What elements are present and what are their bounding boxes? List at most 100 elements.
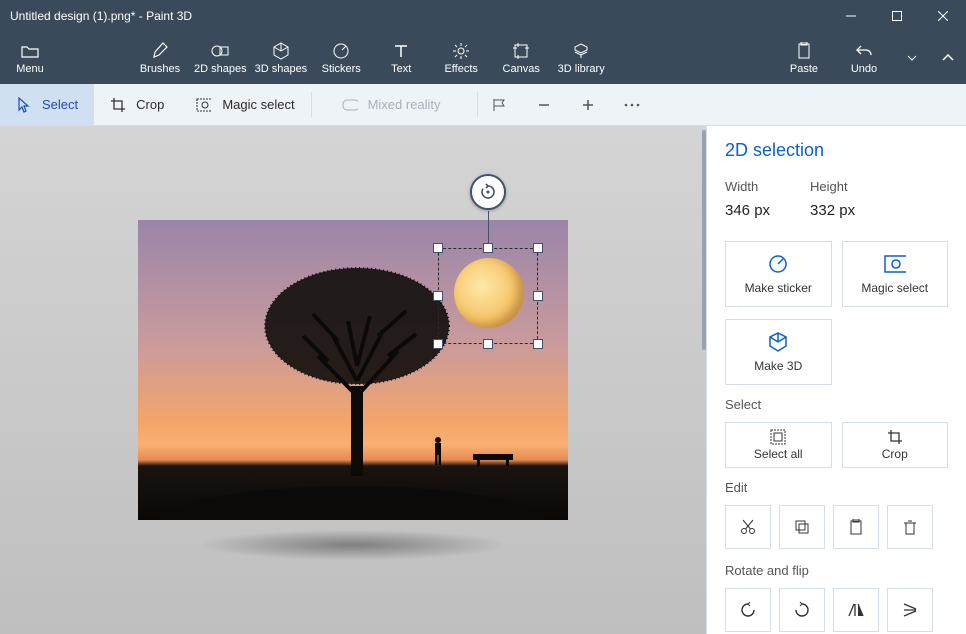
canvas-icon — [512, 42, 530, 60]
effects-icon — [452, 42, 470, 60]
3d-shapes-button[interactable]: 3D shapes — [251, 32, 312, 84]
view-3d-button[interactable] — [478, 84, 522, 125]
make-sticker-label: Make sticker — [745, 281, 812, 295]
rotate-stem — [488, 211, 489, 243]
2d-shapes-label: 2D shapes — [194, 63, 247, 75]
maximize-icon — [892, 11, 902, 21]
magic-select-button[interactable]: Magic select — [842, 241, 949, 307]
crop-card-icon — [887, 429, 903, 445]
ribbon: Menu Brushes 2D shapes 3D shapes Sticker… — [0, 32, 966, 84]
flag-icon — [492, 98, 508, 112]
brushes-label: Brushes — [140, 63, 180, 75]
select-tool[interactable]: Select — [0, 84, 94, 125]
chevron-down-icon — [907, 55, 917, 61]
scene-tree — [258, 266, 458, 476]
paste-edit-button[interactable] — [833, 505, 879, 549]
scene-person — [431, 436, 445, 466]
cut-button[interactable] — [725, 505, 771, 549]
effects-label: Effects — [444, 63, 477, 75]
workspace[interactable] — [0, 126, 706, 634]
effects-button[interactable]: Effects — [431, 32, 491, 84]
zoom-out-button[interactable] — [522, 84, 566, 125]
collapse-ribbon-button[interactable] — [930, 32, 966, 84]
3d-library-label: 3D library — [558, 63, 605, 75]
make-sticker-button[interactable]: Make sticker — [725, 241, 832, 307]
crop-button[interactable]: Crop — [842, 422, 949, 468]
magic-select-icon — [196, 97, 212, 113]
text-button[interactable]: Text — [371, 32, 431, 84]
magic-select-label: Magic select — [222, 97, 294, 112]
2d-shapes-button[interactable]: 2D shapes — [190, 32, 251, 84]
rotate-icon — [479, 183, 497, 201]
select-all-icon — [770, 429, 786, 445]
3d-shapes-label: 3D shapes — [255, 63, 308, 75]
canvas[interactable] — [138, 220, 568, 520]
selection-box[interactable] — [438, 248, 538, 344]
cursor-icon — [16, 97, 32, 113]
delete-icon — [903, 519, 917, 535]
rotate-handle[interactable] — [470, 174, 506, 210]
rotate-left-icon — [739, 601, 757, 619]
shapes-3d-icon — [272, 42, 290, 60]
crop-tool[interactable]: Crop — [94, 84, 180, 125]
more-icon — [624, 103, 640, 107]
paste-edit-icon — [849, 519, 863, 535]
copy-button[interactable] — [779, 505, 825, 549]
resize-handle-tl[interactable] — [433, 243, 443, 253]
height-label: Height — [810, 179, 855, 194]
select-all-button[interactable]: Select all — [725, 422, 832, 468]
stickers-icon — [332, 42, 350, 60]
zoom-in-button[interactable] — [566, 84, 610, 125]
crop-card-label: Crop — [882, 447, 908, 461]
maximize-button[interactable] — [874, 0, 920, 32]
history-dropdown[interactable] — [894, 32, 930, 84]
brushes-button[interactable]: Brushes — [130, 32, 190, 84]
select-all-label: Select all — [754, 447, 803, 461]
library-icon — [572, 42, 590, 60]
close-button[interactable] — [920, 0, 966, 32]
minimize-button[interactable] — [828, 0, 874, 32]
resize-handle-tr[interactable] — [533, 243, 543, 253]
width-value[interactable]: 346 px — [725, 202, 770, 219]
cut-icon — [740, 519, 756, 535]
stickers-label: Stickers — [322, 63, 361, 75]
crop-label: Crop — [136, 97, 164, 112]
delete-button[interactable] — [887, 505, 933, 549]
resize-handle-tm[interactable] — [483, 243, 493, 253]
make-3d-button[interactable]: Make 3D — [725, 319, 832, 385]
3d-library-button[interactable]: 3D library — [551, 32, 611, 84]
paste-label: Paste — [790, 63, 818, 75]
magic-select-card-label: Magic select — [861, 281, 928, 295]
canvas-button[interactable]: Canvas — [491, 32, 551, 84]
magic-select-tool[interactable]: Magic select — [180, 84, 310, 125]
resize-handle-br[interactable] — [533, 339, 543, 349]
panel-title: 2D selection — [725, 140, 948, 161]
brush-icon — [151, 42, 169, 60]
rotate-section-label: Rotate and flip — [725, 563, 948, 578]
more-button[interactable] — [610, 84, 654, 125]
resize-handle-bl[interactable] — [433, 339, 443, 349]
rotate-right-button[interactable] — [779, 588, 825, 632]
height-value[interactable]: 332 px — [810, 202, 855, 219]
flip-vertical-button[interactable] — [887, 588, 933, 632]
menu-button[interactable]: Menu — [0, 32, 60, 84]
paste-icon — [795, 42, 813, 60]
close-icon — [938, 11, 948, 21]
resize-handle-mr[interactable] — [533, 291, 543, 301]
resize-handle-bm[interactable] — [483, 339, 493, 349]
minimize-icon — [846, 11, 856, 21]
copy-icon — [794, 519, 810, 535]
magic-select-card-icon — [884, 253, 906, 275]
stickers-button[interactable]: Stickers — [311, 32, 371, 84]
paste-button[interactable]: Paste — [774, 32, 834, 84]
flip-horizontal-button[interactable] — [833, 588, 879, 632]
undo-button[interactable]: Undo — [834, 32, 894, 84]
mixed-reality-label: Mixed reality — [368, 97, 441, 112]
plus-icon — [581, 98, 595, 112]
rotate-left-button[interactable] — [725, 588, 771, 632]
select-section-label: Select — [725, 397, 948, 412]
canvas-label: Canvas — [503, 63, 540, 75]
resize-handle-ml[interactable] — [433, 291, 443, 301]
edit-section-label: Edit — [725, 480, 948, 495]
properties-panel: 2D selection Width 346 px Height 332 px … — [706, 126, 966, 634]
